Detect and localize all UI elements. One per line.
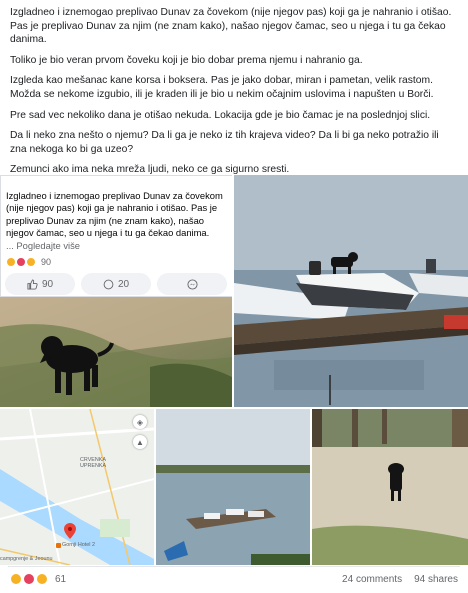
map-layers-button[interactable]: ◈ xyxy=(133,415,147,429)
haha-emoji-icon xyxy=(10,573,22,585)
post-paragraph: Izgladneo i iznemogao preplivao Dunav za… xyxy=(10,7,452,46)
like-button[interactable]: 90 xyxy=(5,273,75,295)
post-paragraph: Toliko je bio veran prvom čoveku koji je… xyxy=(10,54,363,66)
love-emoji-icon xyxy=(23,573,35,585)
messenger-share-button[interactable] xyxy=(157,273,227,295)
photo-dog-on-path[interactable] xyxy=(312,409,468,565)
photo-river-dock[interactable] xyxy=(156,409,310,565)
photo-dog-on-grass[interactable] xyxy=(0,297,232,407)
messenger-icon xyxy=(186,278,198,290)
compass-icon[interactable]: ▲ xyxy=(133,435,147,449)
shared-reactions[interactable]: 90 xyxy=(6,257,51,267)
comments-link[interactable]: 24 comments xyxy=(342,574,402,585)
dog-path-scene xyxy=(312,409,468,565)
post-paragraph: Da li neko zna nešto o njemu? Da li ga j… xyxy=(10,130,439,155)
map-label-area: CRVENKA UPRENKA xyxy=(80,457,107,469)
comment-icon xyxy=(103,279,114,289)
comment-button[interactable]: 20 xyxy=(81,273,151,295)
dog-grass-scene xyxy=(0,297,232,407)
shares-link[interactable]: 94 shares xyxy=(414,574,458,585)
shared-post-text: Izgladneo i iznemogao preplivao Dunav za… xyxy=(6,190,228,252)
footer-divider xyxy=(8,566,460,567)
like-count: 90 xyxy=(41,278,54,290)
boat-scene xyxy=(234,175,468,407)
post-reactions[interactable]: 61 xyxy=(10,573,66,585)
photo-grid: Izgladneo i iznemogao preplivao Dunav za… xyxy=(0,175,468,565)
post-reaction-count: 61 xyxy=(55,573,67,585)
location-map[interactable]: ◈ ▲ CRVENKA UPRENKA Gornji Hotel 2 campg… xyxy=(0,409,154,565)
post-stats: 24 comments 94 shares xyxy=(342,574,458,585)
map-label-edge: campgrenje & Jeounu xyxy=(0,556,53,562)
comment-count: 20 xyxy=(117,278,130,290)
post-paragraph: Pre sad vec nekoliko dana je otišao neku… xyxy=(10,109,431,121)
sad-emoji-icon xyxy=(36,573,48,585)
see-more-link[interactable]: ... Pogledajte više xyxy=(6,240,228,252)
thumbs-up-icon xyxy=(27,278,38,290)
hotel-marker-icon xyxy=(56,543,61,548)
sad-emoji-icon xyxy=(26,257,36,267)
shared-post-card[interactable]: Izgladneo i iznemogao preplivao Dunav za… xyxy=(0,175,232,297)
love-emoji-icon xyxy=(16,257,26,267)
shared-action-buttons: 90 20 xyxy=(5,273,227,295)
shared-reaction-count: 90 xyxy=(41,257,52,267)
post-paragraph: Izgleda kao mešanac kane korsa i boksera… xyxy=(10,75,434,100)
haha-emoji-icon xyxy=(6,257,16,267)
photo-dog-on-boat[interactable] xyxy=(234,175,468,407)
river-scene xyxy=(156,409,310,565)
post-text: Izgladneo i iznemogao preplivao Dunav za… xyxy=(0,0,468,184)
map-pin-icon xyxy=(64,523,76,539)
shared-post-body: Izgladneo i iznemogao preplivao Dunav za… xyxy=(6,190,223,239)
map-label-place: Gornji Hotel 2 xyxy=(62,542,95,548)
post-footer: 61 24 comments 94 shares xyxy=(0,569,468,589)
